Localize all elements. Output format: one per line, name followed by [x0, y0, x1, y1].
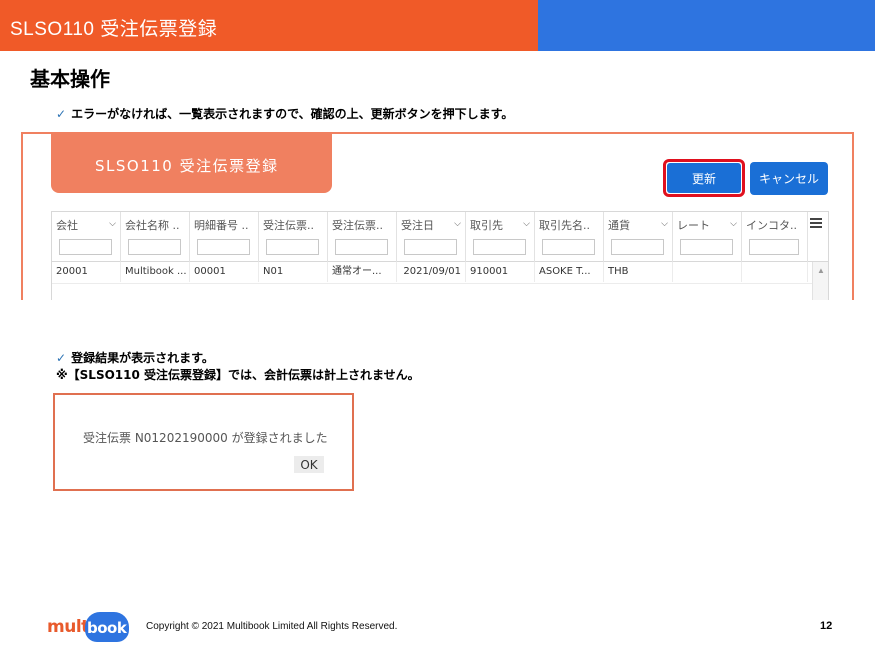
app-banner-title: SLSO110 受注伝票登録	[95, 157, 279, 175]
table-cell[interactable]	[673, 262, 742, 282]
table-cell[interactable]: THB	[604, 262, 673, 282]
header-title: SLSO110 受注伝票登録	[10, 19, 218, 40]
app-banner: SLSO110 受注伝票登録	[51, 134, 332, 193]
filter-input[interactable]	[404, 239, 457, 255]
filter-input[interactable]	[335, 239, 388, 255]
filter-input[interactable]	[197, 239, 250, 255]
column-header[interactable]: 受注伝票..	[328, 212, 397, 262]
column-header[interactable]: インコタ..	[742, 212, 808, 262]
grid-header: 会社⌵ 会社名称 .. 明細番号 .. 受注伝票.. 受注伝票.. 受注日⌵	[52, 212, 828, 262]
multibook-logo: multi book	[47, 612, 129, 644]
table-cell[interactable]: Multibook ...	[121, 262, 190, 282]
filter-input[interactable]	[542, 239, 595, 255]
chevron-down-icon[interactable]: ⌵	[109, 218, 116, 229]
data-grid: 会社⌵ 会社名称 .. 明細番号 .. 受注伝票.. 受注伝票.. 受注日⌵	[51, 211, 829, 300]
column-header[interactable]: 会社名称 ..	[121, 212, 190, 262]
filter-input[interactable]	[749, 239, 799, 255]
page-number: 12	[820, 620, 833, 632]
header-accent-bar	[538, 0, 875, 51]
checkmark-icon: ✓	[56, 107, 67, 121]
table-cell[interactable]: 通常オー...	[328, 262, 397, 282]
logo-text-right: book	[87, 619, 127, 637]
scrollbar[interactable]: ▲	[812, 262, 828, 300]
note-result: ✓ 登録結果が表示されます。	[56, 349, 214, 366]
filter-input[interactable]	[59, 239, 112, 255]
table-cell[interactable]: 2021/09/01	[397, 262, 466, 282]
column-header[interactable]: 受注伝票..	[259, 212, 328, 262]
chevron-down-icon[interactable]: ⌵	[661, 218, 668, 229]
note-instruction: ✓ エラーがなければ、一覧表示されますので、確認の上、更新ボタンを押下します。	[56, 105, 513, 122]
column-header[interactable]: 取引先 ⌵	[466, 212, 535, 262]
chevron-down-icon[interactable]: ⌵	[454, 218, 461, 229]
cancel-button[interactable]: キャンセル	[750, 162, 828, 195]
ok-button[interactable]: OK	[294, 456, 324, 473]
screenshot-grid-view: SLSO110 受注伝票登録 更新 キャンセル 会社 ⌵ 会社名称 .. 明細番号…	[21, 132, 854, 300]
table-cell[interactable]: 910001	[466, 262, 535, 282]
filter-input[interactable]	[128, 239, 181, 255]
update-button-highlight: 更新	[663, 159, 745, 197]
column-header[interactable]: 明細番号 ..	[190, 212, 259, 262]
chevron-down-icon[interactable]: ⌵	[730, 218, 737, 229]
menu-icon[interactable]	[810, 218, 822, 228]
screenshot-result-dialog: 受注伝票 N01202190000 が登録されました OK	[53, 393, 354, 491]
chevron-down-icon[interactable]: ⌵	[523, 218, 530, 229]
dialog-message: 受注伝票 N01202190000 が登録されました	[83, 431, 328, 445]
filter-input[interactable]	[473, 239, 526, 255]
checkmark-icon: ✓	[56, 351, 67, 365]
note-result-line1: 登録結果が表示されます。	[71, 351, 214, 365]
scroll-up-icon[interactable]: ▲	[817, 266, 825, 275]
table-cell[interactable]: N01	[259, 262, 328, 282]
table-cell[interactable]	[742, 262, 808, 282]
column-header[interactable]: 受注日 ⌵	[397, 212, 466, 262]
note-text: エラーがなければ、一覧表示されますので、確認の上、更新ボタンを押下します。	[71, 107, 514, 121]
copyright: Copyright © 2021 Multibook Limited All R…	[146, 621, 398, 632]
column-header[interactable]: レート ⌵	[673, 212, 742, 262]
filter-input[interactable]	[680, 239, 733, 255]
section-title: 基本操作	[30, 67, 110, 91]
header-bar: SLSO110 受注伝票登録	[0, 0, 538, 51]
table-cell[interactable]: 00001	[190, 262, 259, 282]
update-button[interactable]: 更新	[667, 163, 741, 193]
column-header[interactable]: 通貨 ⌵	[604, 212, 673, 262]
table-cell[interactable]: 20001	[52, 262, 121, 282]
column-header[interactable]: 会社 ⌵	[52, 212, 121, 262]
filter-input[interactable]	[266, 239, 319, 255]
table-row	[52, 283, 812, 300]
filter-input[interactable]	[611, 239, 664, 255]
note-result-line2: ※【SLSO110 受注伝票登録】では、会計伝票は計上されません。	[56, 368, 420, 382]
table-cell[interactable]: ASOKE T...	[535, 262, 604, 282]
column-header[interactable]: 取引先名..	[535, 212, 604, 262]
